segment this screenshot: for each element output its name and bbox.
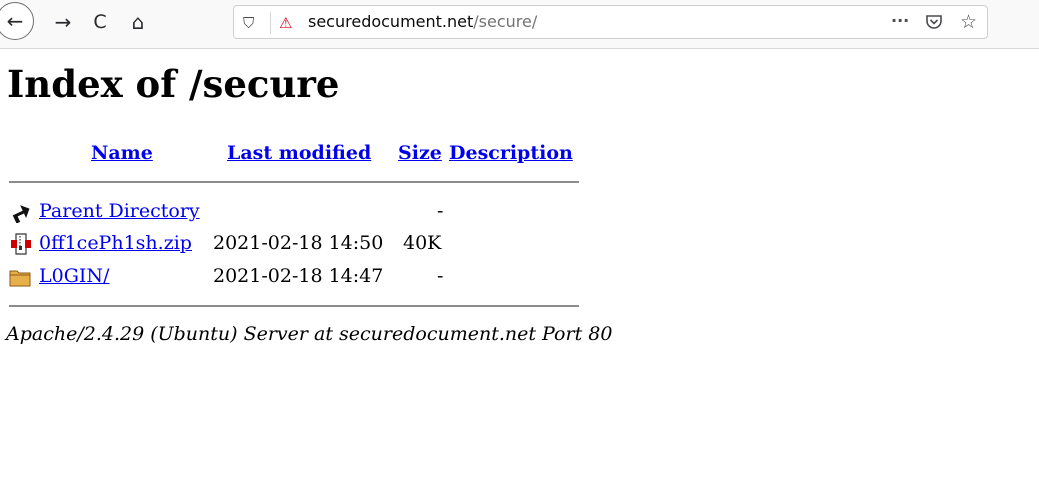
- file-link[interactable]: 0ff1cePh1sh.zip: [39, 232, 192, 254]
- row-size: 40K: [403, 232, 442, 254]
- forward-button[interactable]: →: [45, 4, 81, 40]
- column-header-name[interactable]: Name: [91, 142, 153, 164]
- url-separator: [270, 12, 271, 34]
- url-host: securedocument.net: [308, 12, 474, 31]
- page-title: Index of /secure: [7, 62, 340, 106]
- insecure-lock-icon[interactable]: ⚠: [279, 14, 292, 32]
- url-path: /secure/: [473, 12, 538, 31]
- column-header-size[interactable]: Size: [398, 142, 442, 164]
- zip-file-icon: [11, 233, 31, 255]
- row-size: -: [437, 200, 444, 222]
- footer-divider: [9, 305, 579, 307]
- row-size: -: [437, 265, 444, 287]
- parent-directory-icon: [12, 205, 30, 223]
- shield-icon[interactable]: ⛉: [243, 14, 254, 32]
- reload-icon: C: [93, 11, 107, 33]
- column-header-description[interactable]: Description: [449, 142, 573, 164]
- home-button[interactable]: ⌂: [120, 4, 156, 40]
- more-actions-icon[interactable]: ···: [891, 11, 909, 30]
- folder-link[interactable]: L0GIN/: [39, 265, 109, 287]
- forward-arrow-icon: →: [54, 10, 72, 34]
- row-modified: 2021-02-18 14:47: [213, 265, 384, 287]
- column-header-last-modified[interactable]: Last modified: [227, 142, 371, 164]
- pocket-icon[interactable]: [925, 13, 943, 35]
- bookmark-star-icon[interactable]: ☆: [960, 11, 977, 33]
- reload-button[interactable]: C: [82, 4, 118, 40]
- back-arrow-icon: ←: [6, 9, 24, 33]
- back-button[interactable]: ←: [0, 2, 34, 40]
- browser-toolbar: ← → C ⌂ ⛉ ⚠ securedocument.net/secure/ ·…: [0, 0, 1039, 49]
- pocket-glyph: [926, 15, 942, 29]
- row-modified: 2021-02-18 14:50: [213, 232, 384, 254]
- parent-directory-link[interactable]: Parent Directory: [39, 200, 200, 222]
- address-bar[interactable]: ⛉ ⚠ securedocument.net/secure/ ··· ☆: [233, 5, 988, 39]
- home-icon: ⌂: [131, 10, 145, 34]
- folder-icon: [9, 270, 31, 287]
- url-text[interactable]: securedocument.net/secure/: [308, 12, 537, 31]
- server-signature: Apache/2.4.29 (Ubuntu) Server at secured…: [6, 323, 613, 345]
- header-divider: [9, 181, 579, 183]
